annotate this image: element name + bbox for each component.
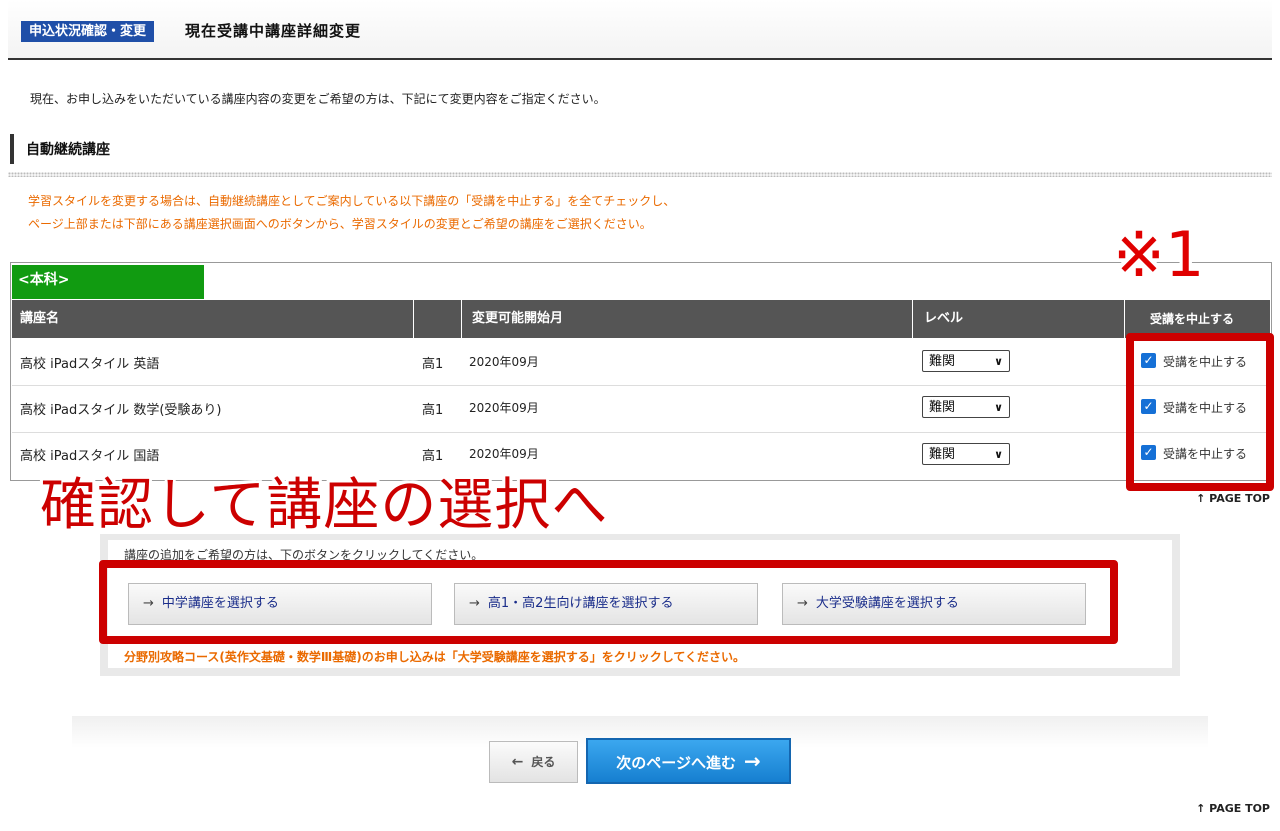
row-course-name: 高校 iPadスタイル 英語 (20, 357, 160, 372)
row-start-month: 2020年09月 (469, 401, 539, 415)
header-level: レベル (924, 311, 964, 326)
row-grade: 高1 (422, 357, 444, 372)
chevron-down-icon: ∨ (994, 448, 1003, 461)
annotation-mark: ※1 (1113, 218, 1205, 291)
header-divider (8, 58, 1272, 60)
header-divider-4 (1124, 300, 1125, 338)
chevron-down-icon: ∨ (994, 401, 1003, 414)
section-heading-marker (10, 134, 14, 164)
table-header (12, 300, 1270, 338)
row-start-month: 2020年09月 (469, 355, 539, 369)
table-row (12, 339, 1270, 386)
row-start-month: 2020年09月 (469, 447, 539, 461)
course-select-note: 分野別攻略コース(英作文基礎・数学Ⅲ基礎)のお申し込みは「大学受験講座を選択する… (124, 650, 745, 664)
header-divider-1 (413, 300, 414, 338)
row-course-name: 高校 iPadスタイル 国語 (20, 449, 160, 464)
header-divider-3 (912, 300, 913, 338)
arrow-left-icon: ← (511, 754, 524, 770)
section-note-line2: ページ上部または下部にある講座選択画面へのボタンから、学習スタイルの変更とご希望… (28, 217, 652, 231)
level-select[interactable]: 難関 ∨ (922, 443, 1010, 465)
annotation-big-text: 確認して講座の選択へ (40, 473, 609, 538)
level-select[interactable]: 難関 ∨ (922, 396, 1010, 418)
header-divider-2 (461, 300, 462, 338)
row-course-name: 高校 iPadスタイル 数学(受験あり) (20, 403, 222, 418)
highlight-course-buttons (99, 560, 1118, 644)
group-tab: <本科> (12, 265, 204, 299)
table-row (12, 432, 1270, 478)
highlight-stop-column (1126, 333, 1274, 491)
page-top-link[interactable]: ↑ PAGE TOP (1196, 492, 1270, 505)
level-select-value: 難関 (929, 354, 956, 369)
page-title: 現在受講中講座詳細変更 (185, 22, 362, 40)
level-select[interactable]: 難関 ∨ (922, 350, 1010, 372)
intro-text: 現在、お申し込みをいただいている講座内容の変更をご希望の方は、下記にて変更内容を… (30, 92, 606, 106)
chevron-down-icon: ∨ (994, 355, 1003, 368)
row-grade: 高1 (422, 403, 444, 418)
section-badge: 申込状況確認・変更 (21, 21, 155, 42)
dotted-divider (8, 172, 1272, 177)
row-grade: 高1 (422, 449, 444, 464)
section-title: 自動継続講座 (26, 142, 110, 158)
arrow-right-icon: → (743, 749, 761, 773)
header-course-name: 講座名 (20, 311, 60, 326)
back-label: 戻る (531, 755, 556, 769)
next-page-button[interactable]: 次のページへ進む → (586, 738, 791, 784)
header-start-month: 変更可能開始月 (472, 311, 564, 326)
back-button[interactable]: ← 戻る (489, 741, 578, 783)
level-select-value: 難関 (929, 447, 956, 462)
next-label: 次のページへ進む (616, 754, 736, 772)
level-select-value: 難関 (929, 400, 956, 415)
section-note-line1: 学習スタイルを変更する場合は、自動継続講座としてご案内している以下講座の「受講を… (28, 194, 676, 208)
page-top-link-bottom[interactable]: ↑ PAGE TOP (1196, 802, 1270, 815)
